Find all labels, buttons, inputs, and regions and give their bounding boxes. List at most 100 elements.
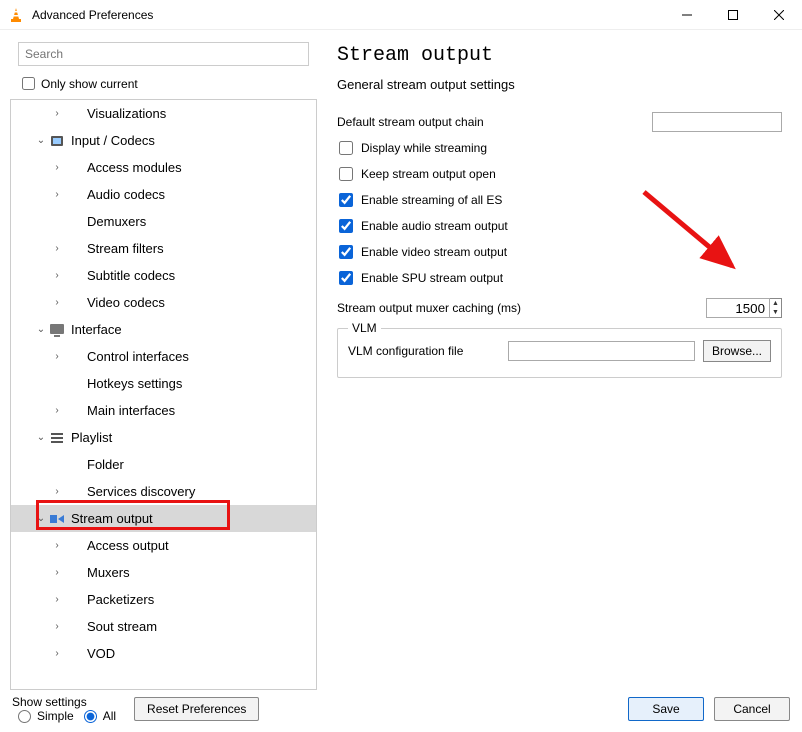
tree-node[interactable]: ⌄Stream output [11,505,316,532]
tree-node[interactable]: ›Visualizations [11,100,316,127]
tree-node[interactable]: ›Audio codecs [11,181,316,208]
spin-down-icon[interactable]: ▼ [770,308,781,317]
reset-button[interactable]: Reset Preferences [134,697,259,721]
only-show-current-checkbox[interactable] [22,77,35,90]
cancel-button[interactable]: Cancel [714,697,790,721]
tree-node[interactable]: › Main interfaces [11,397,316,424]
chevron-icon[interactable]: ⌄ [35,432,47,443]
mux-input[interactable] [706,298,770,318]
category-icon [47,511,67,527]
tree-node[interactable]: › Access output [11,532,316,559]
tree-node[interactable]: › Control interfaces [11,343,316,370]
tree-node[interactable]: ⌄ Interface [11,316,316,343]
display-checkbox[interactable] [339,141,353,155]
chevron-icon[interactable]: › [51,594,63,605]
tree-node[interactable]: ›Subtitle codecs [11,262,316,289]
audio-checkbox[interactable] [339,219,353,233]
tree-node-label: Access modules [83,160,182,175]
category-icon [47,133,67,149]
tree-node[interactable]: Folder [11,451,316,478]
chevron-icon[interactable]: › [51,486,63,497]
chevron-icon[interactable]: › [51,189,63,200]
tree-node[interactable]: › Stream filters [11,235,316,262]
tree-node[interactable]: ⌄ Input / Codecs [11,127,316,154]
titlebar: Advanced Preferences [0,0,802,30]
minimize-button[interactable] [664,0,710,30]
chevron-icon[interactable]: ⌄ [35,135,47,146]
spin-up-icon[interactable]: ▲ [770,299,781,308]
keep-checkbox[interactable] [339,167,353,181]
chevron-icon[interactable]: ⌄ [35,513,47,524]
tree-node-label: Playlist [67,430,112,445]
vlm-conf-label: VLM configuration file [348,344,508,358]
save-button[interactable]: Save [628,697,704,721]
all-es-checkbox[interactable] [339,193,353,207]
tree-node[interactable]: › Services discovery [11,478,316,505]
audio-label: Enable audio stream output [361,219,782,233]
chevron-icon[interactable]: › [51,567,63,578]
video-label: Enable video stream output [361,245,782,259]
tree-node[interactable]: Demuxers [11,208,316,235]
spu-checkbox[interactable] [339,271,353,285]
panel-subheading: General stream output settings [337,77,782,92]
chevron-icon[interactable]: › [51,243,63,254]
maximize-button[interactable] [710,0,756,30]
tree-node-label: Control interfaces [83,349,189,364]
tree-node[interactable]: ›Muxers [11,559,316,586]
tree-node-label: VOD [83,646,115,661]
close-button[interactable] [756,0,802,30]
vlm-legend: VLM [348,321,381,335]
tree-node-label: Packetizers [83,592,154,607]
spin-arrows[interactable]: ▲▼ [770,298,782,318]
video-checkbox[interactable] [339,245,353,259]
preferences-tree[interactable]: ›Visualizations ⌄ Input / Codecs › Access mo… [10,99,317,690]
tree-node[interactable]: Hotkeys settings [11,370,316,397]
tree-node[interactable]: ›Video codecs [11,289,316,316]
display-label: Display while streaming [361,141,782,155]
window-title: Advanced Preferences [32,8,664,22]
all-radio[interactable] [84,710,97,723]
tree-node-label: Main interfaces [83,403,175,418]
chevron-icon[interactable]: › [51,351,63,362]
chevron-icon[interactable]: › [51,540,63,551]
tree-node-label: Services discovery [83,484,195,499]
chevron-icon[interactable]: › [51,405,63,416]
keep-label: Keep stream output open [361,167,782,181]
search-input[interactable] [18,42,309,66]
simple-radio[interactable] [18,710,31,723]
tree-node[interactable]: › Access modules [11,154,316,181]
all-label: All [103,709,116,723]
mux-label: Stream output muxer caching (ms) [337,301,706,315]
settings-panel: Stream output General stream output sett… [317,34,792,690]
chain-input[interactable] [652,112,782,132]
chevron-icon[interactable]: › [51,648,63,659]
chevron-icon[interactable]: › [51,270,63,281]
show-settings-label: Show settings [12,695,120,709]
chevron-icon[interactable]: ⌄ [35,324,47,335]
tree-node-label: Input / Codecs [67,133,155,148]
chevron-icon[interactable]: › [51,162,63,173]
tree-node[interactable]: › Sout stream [11,613,316,640]
browse-button[interactable]: Browse... [703,340,771,362]
only-show-current-label: Only show current [41,77,138,91]
chevron-icon[interactable]: › [51,297,63,308]
tree-node-label: Hotkeys settings [83,376,182,391]
tree-node-label: Sout stream [83,619,157,634]
only-show-current-row[interactable]: Only show current [18,74,309,93]
tree-node-label: Interface [67,322,122,337]
tree-node-label: Folder [83,457,124,472]
tree-node[interactable]: › Packetizers [11,586,316,613]
mux-spinbox[interactable]: ▲▼ [706,298,782,318]
panel-heading: Stream output [337,44,782,67]
chevron-icon[interactable]: › [51,108,63,119]
tree-node[interactable]: › VOD [11,640,316,667]
chevron-icon[interactable]: › [51,621,63,632]
spu-label: Enable SPU stream output [361,271,782,285]
tree-node-label: Stream filters [83,241,164,256]
vlm-conf-input[interactable] [508,341,695,361]
tree-node-label: Access output [83,538,169,553]
chain-label: Default stream output chain [337,115,652,129]
footer: Show settings Simple All Reset Preferenc… [0,690,802,728]
vlm-groupbox: VLM VLM configuration file Browse... [337,328,782,378]
tree-node[interactable]: ⌄ Playlist [11,424,316,451]
